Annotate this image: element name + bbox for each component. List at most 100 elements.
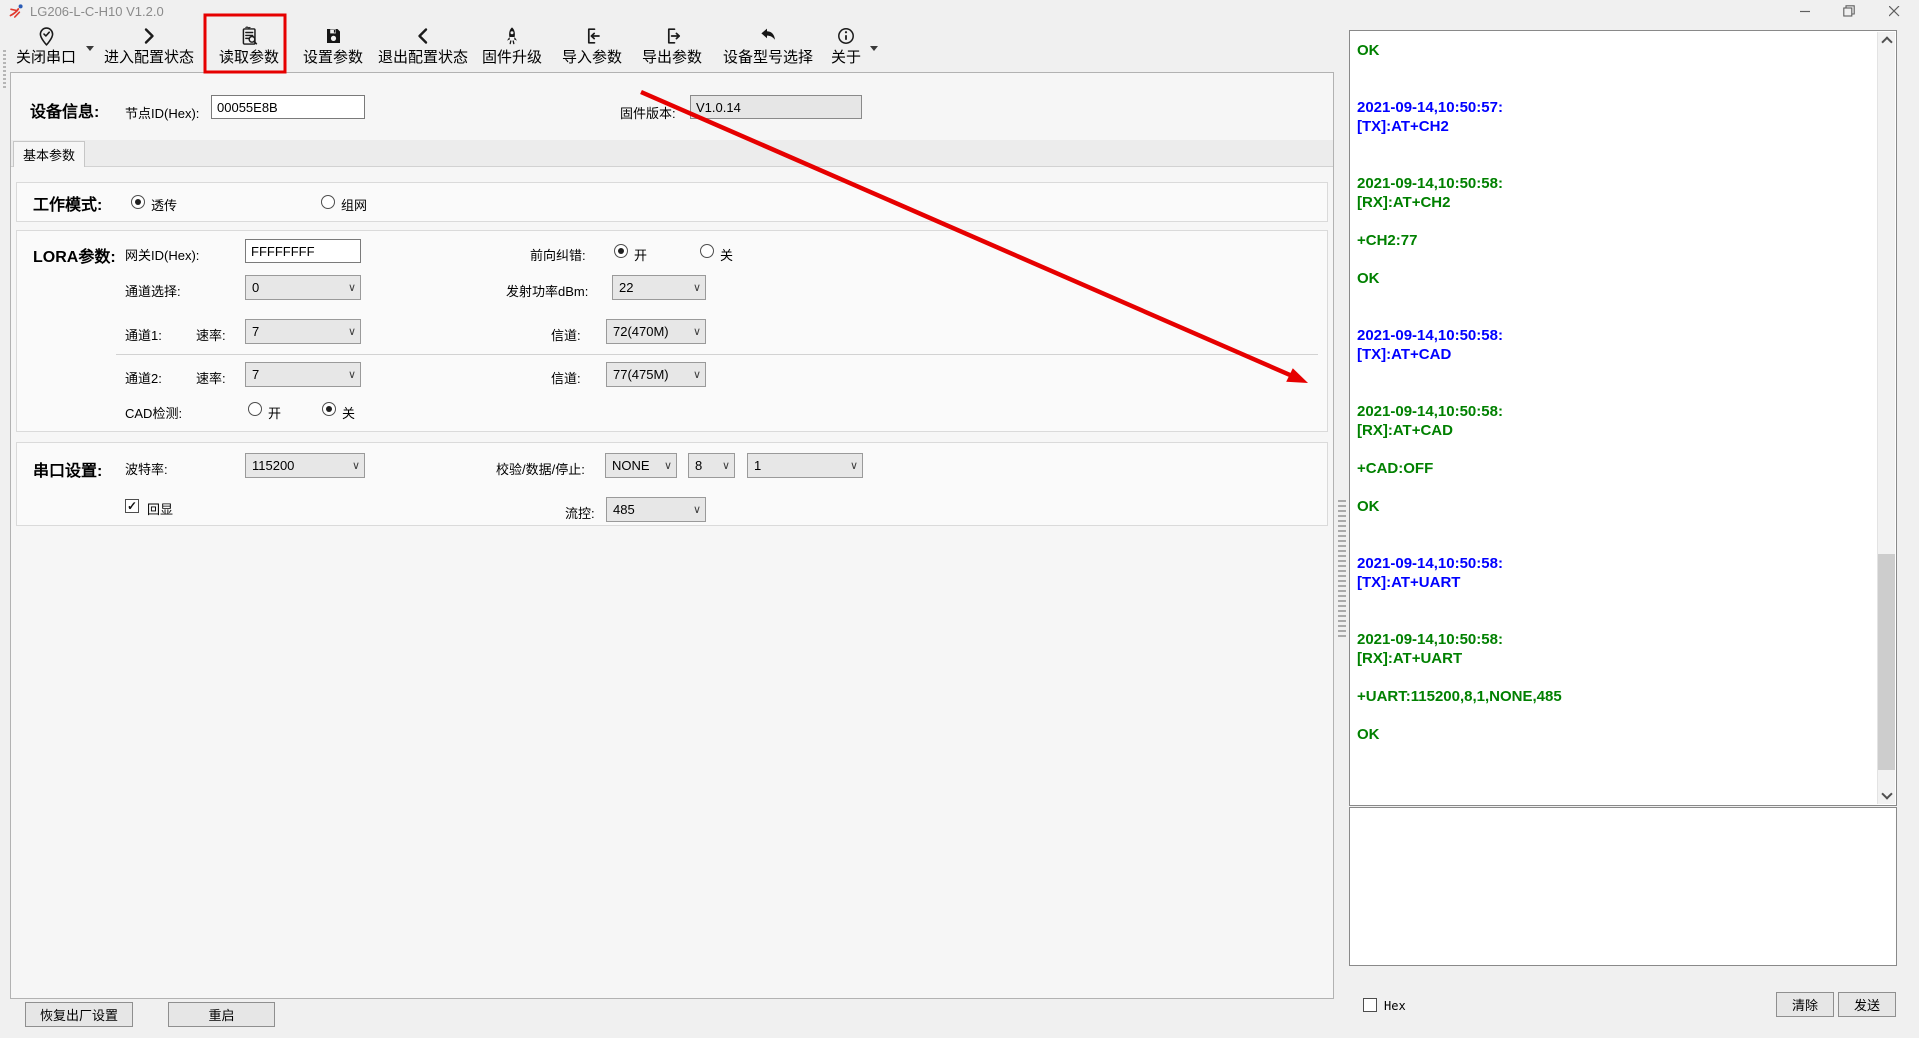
log-line xyxy=(1357,535,1874,554)
toolbar-grip xyxy=(3,50,6,88)
echo-checkbox[interactable]: ✓ xyxy=(125,499,139,513)
toolbar-button-set-params[interactable]: 设置参数 xyxy=(292,24,374,70)
toolbar-label: 退出配置状态 xyxy=(378,48,468,68)
tx-power-dropdown[interactable]: 22∨ xyxy=(612,275,706,300)
toolbar-label: 设置参数 xyxy=(303,48,363,68)
log-line: [TX]:AT+CH2 xyxy=(1357,117,1874,136)
chevron-down-icon: ∨ xyxy=(344,368,360,381)
reboot-button[interactable]: 重启 xyxy=(168,1002,275,1027)
log-line: [TX]:AT+CAD xyxy=(1357,345,1874,364)
chevron-down-icon: ∨ xyxy=(348,459,364,472)
baud-rate-label: 波特率: xyxy=(125,459,168,478)
close-button[interactable] xyxy=(1879,0,1909,22)
data-bits-dropdown[interactable]: 8∨ xyxy=(688,453,735,478)
toolbar-button-firmware-upgrade[interactable]: 固件升级 xyxy=(472,24,552,70)
send-button[interactable]: 发送 xyxy=(1838,992,1896,1017)
divider xyxy=(116,354,1318,355)
log-line xyxy=(1357,440,1874,459)
log-line xyxy=(1357,364,1874,383)
log-line: [RX]:AT+CAD xyxy=(1357,421,1874,440)
channel2-channel-dropdown[interactable]: 77(475M)∨ xyxy=(606,362,706,387)
gateway-id-label: 网关ID(Hex): xyxy=(125,245,199,264)
toolbar-button-read-params[interactable]: 读取参数 xyxy=(206,24,292,70)
channel-label: 信道: xyxy=(551,325,581,344)
serial-port-pin-icon xyxy=(36,24,57,48)
stop-bits-dropdown[interactable]: 1∨ xyxy=(747,453,863,478)
toolbar-button-about[interactable]: 关于 xyxy=(824,24,868,70)
chevron-down-icon: ∨ xyxy=(689,281,705,294)
channel2-rate-dropdown[interactable]: 7∨ xyxy=(245,362,361,387)
toolbar-button-enter-config[interactable]: 进入配置状态 xyxy=(100,24,198,70)
window-title: LG206-L-C-H10 V1.2.0 xyxy=(30,4,164,19)
toolbar-dropdown-arrow[interactable] xyxy=(870,46,878,51)
info-icon xyxy=(836,24,856,48)
panel-splitter[interactable] xyxy=(1338,500,1346,640)
chevron-down-icon: ∨ xyxy=(344,325,360,338)
send-input-area xyxy=(1349,807,1897,966)
log-line: OK xyxy=(1357,497,1874,516)
log-line xyxy=(1357,288,1874,307)
log-scrollbar[interactable] xyxy=(1877,32,1895,804)
log-line: 2021-09-14,10:50:58: xyxy=(1357,402,1874,421)
toolbar-button-model-select[interactable]: 设备型号选择 xyxy=(712,24,824,70)
log-line: OK xyxy=(1357,41,1874,60)
parity-data-stop-label: 校验/数据/停止: xyxy=(496,459,585,478)
log-line xyxy=(1357,592,1874,611)
toolbar-label: 进入配置状态 xyxy=(104,48,194,68)
baud-rate-dropdown[interactable]: 115200∨ xyxy=(245,453,365,478)
node-id-input[interactable] xyxy=(211,95,365,119)
log-line xyxy=(1357,706,1874,725)
send-input[interactable] xyxy=(1349,807,1897,966)
channel-label: 信道: xyxy=(551,368,581,387)
save-floppy-icon xyxy=(323,24,343,48)
factory-reset-button[interactable]: 恢复出厂设置 xyxy=(25,1002,133,1027)
toolbar-button-exit-config[interactable]: 退出配置状态 xyxy=(374,24,472,70)
flow-control-dropdown[interactable]: 485∨ xyxy=(606,497,706,522)
channel-select-label: 通道选择: xyxy=(125,281,181,300)
radio-cad-off[interactable] xyxy=(322,402,336,416)
log-lines: OK 2021-09-14,10:50:57: [TX]:AT+CH2 2021… xyxy=(1357,41,1874,744)
log-line: [RX]:AT+UART xyxy=(1357,649,1874,668)
toolbar-label: 固件升级 xyxy=(482,48,542,68)
toolbar-button-export-params[interactable]: 导出参数 xyxy=(632,24,712,70)
toolbar-label: 关于 xyxy=(831,48,861,68)
log-line xyxy=(1357,250,1874,269)
channel1-rate-dropdown[interactable]: 7∨ xyxy=(245,319,361,344)
log-line: 2021-09-14,10:50:58: xyxy=(1357,554,1874,573)
parity-dropdown[interactable]: NONE∨ xyxy=(605,453,677,478)
clear-button[interactable]: 清除 xyxy=(1776,992,1834,1017)
toolbar-button-close-serial[interactable]: 关闭串口 xyxy=(8,24,84,70)
toolbar-dropdown-arrow[interactable] xyxy=(86,46,94,51)
radio-fec-off[interactable] xyxy=(700,244,714,258)
log-line: +UART:115200,8,1,NONE,485 xyxy=(1357,687,1874,706)
minimize-button[interactable] xyxy=(1790,0,1820,22)
toolbar-button-import-params[interactable]: 导入参数 xyxy=(552,24,632,70)
firmware-version-input xyxy=(690,95,862,119)
log-output[interactable]: OK 2021-09-14,10:50:57: [TX]:AT+CH2 2021… xyxy=(1349,30,1897,806)
radio-transparent-mode[interactable] xyxy=(131,195,145,209)
channel1-channel-dropdown[interactable]: 72(470M)∨ xyxy=(606,319,706,344)
undo-arrow-icon xyxy=(758,24,778,48)
tab-basic-params[interactable]: 基本参数 xyxy=(13,141,85,167)
toolbar-label: 关闭串口 xyxy=(16,48,76,68)
chevron-down-icon: ∨ xyxy=(689,368,705,381)
scrollbar-thumb[interactable] xyxy=(1878,554,1895,770)
hex-label: Hex xyxy=(1384,999,1406,1013)
radio-network-mode[interactable] xyxy=(321,195,335,209)
fec-on-label: 开 xyxy=(634,245,647,264)
restore-button[interactable] xyxy=(1834,0,1864,22)
scroll-up-arrow[interactable] xyxy=(1878,32,1895,49)
gateway-id-input[interactable] xyxy=(245,239,361,263)
radio-cad-on[interactable] xyxy=(248,402,262,416)
scroll-down-arrow[interactable] xyxy=(1878,787,1895,804)
hex-checkbox[interactable] xyxy=(1363,998,1377,1012)
log-line: 2021-09-14,10:50:58: xyxy=(1357,630,1874,649)
app-window: LG206-L-C-H10 V1.2.0 关闭串口 xyxy=(0,0,1919,1038)
radio-fec-on[interactable] xyxy=(614,244,628,258)
log-line: [RX]:AT+CH2 xyxy=(1357,193,1874,212)
channel-select-dropdown[interactable]: 0∨ xyxy=(245,275,361,300)
tab-label: 基本参数 xyxy=(23,145,75,164)
device-info-section-label: 设备信息: xyxy=(30,98,99,122)
cad-detect-label: CAD检测: xyxy=(125,403,182,422)
log-line xyxy=(1357,307,1874,326)
